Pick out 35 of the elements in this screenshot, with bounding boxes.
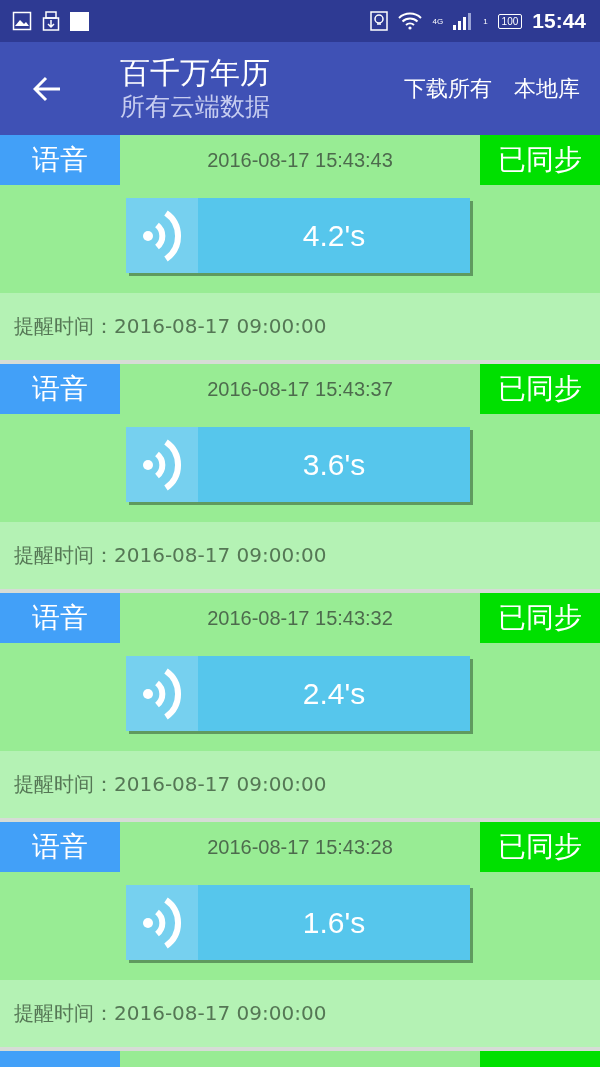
reminder-time: 提醒时间：2016-08-17 09:00:00 [14,1000,327,1027]
app-subtitle: 所有云端数据 [120,90,271,123]
record-timestamp: 2016-08-17 15:43:28 [206,835,394,859]
signal-icon [453,12,474,30]
voice-play-button[interactable]: 1.6's [126,885,470,960]
voice-play-button[interactable]: 2.4's [126,656,470,731]
image-icon [12,11,32,31]
sync-status: 已同步 [480,364,600,414]
record-timestamp: 2016-08-17 15:43:32 [206,606,394,630]
reminder-time: 提醒时间：2016-08-17 09:00:00 [14,542,327,569]
sync-status: 已同步 [480,135,600,185]
record-timestamp: 2016-08-17 15:43:37 [206,377,394,401]
toolbar-action[interactable]: 本地库 [514,73,600,104]
voice-play-button[interactable]: 3.6's [126,427,470,502]
sim-label: 1 [483,16,488,26]
type-tag: 语音 [0,364,120,414]
square-icon [70,11,89,31]
battery-level: 100 [497,13,523,29]
record-timestamp: 2016-08-17 15:43:43 [206,148,394,172]
network-label: 4G [432,16,444,26]
clock-time: 15:44 [532,9,586,33]
bulb-icon [370,11,389,31]
toolbar-action[interactable]: 下载所有 [404,73,512,104]
reminder-time: 提醒时间：2016-08-17 09:00:00 [14,771,327,798]
reminder-time: 提醒时间：2016-08-17 09:00:00 [14,313,327,340]
back-arrow-icon [33,75,61,102]
type-tag: 语音 [0,593,120,643]
voice-play-button[interactable]: 4.2's [126,198,470,273]
usb-icon [42,11,60,31]
type-tag: 语音 [0,822,120,872]
sync-status: 已同步 [480,593,600,643]
wifi-icon [398,12,423,30]
app-title: 百千万年历 [120,54,271,91]
type-tag: 语音 [0,135,120,185]
sync-status: 已同步 [480,822,600,872]
